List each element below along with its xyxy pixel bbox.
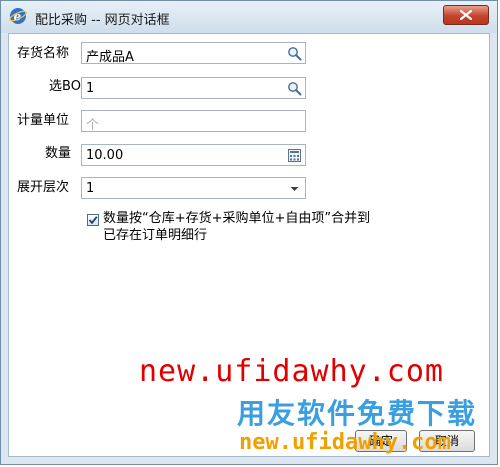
merge-option-line1: 数量按“仓库+存货+采购单位+自由项”合并到: [103, 211, 371, 226]
quantity-label: 数量: [45, 146, 72, 161]
unit-label: 计量单位: [17, 113, 70, 128]
watermark-url-orange: new.ufidawhy.com: [239, 430, 451, 455]
level-select[interactable]: 1: [81, 177, 306, 199]
level-label: 展开层次: [17, 180, 70, 195]
merge-option-line2: 已存在订单明细行: [103, 228, 208, 243]
merge-option-label: 数量按“仓库+存货+采购单位+自由项”合并到 已存在订单明细行: [103, 210, 403, 244]
ie-icon: e: [9, 7, 27, 25]
watermark-slogan: 用友软件免费下载: [237, 397, 478, 430]
level-value: 1: [86, 181, 95, 196]
inventory-name-field[interactable]: 产成品A: [81, 42, 306, 65]
watermark-url-red: new.ufidawhy.com: [139, 354, 444, 389]
title-bar[interactable]: e 配比采购 -- 网页对话框: [1, 1, 497, 33]
bom-field[interactable]: 1: [81, 77, 306, 99]
chevron-down-icon[interactable]: [287, 181, 302, 196]
dialog-body: 存货名称 产成品A 选BOM 1 计量单位 个 数量 10.00 展开层次 1 …: [8, 33, 490, 457]
search-icon[interactable]: [287, 81, 302, 96]
window-title: 配比采购 -- 网页对话框: [35, 13, 170, 28]
unit-placeholder: 个: [86, 118, 100, 133]
checkmark-icon: [88, 216, 98, 225]
inventory-name-label: 存货名称: [17, 46, 70, 61]
calculator-icon[interactable]: [287, 148, 302, 163]
close-button[interactable]: [443, 5, 489, 25]
unit-field[interactable]: 个: [81, 110, 306, 133]
search-icon[interactable]: [287, 46, 302, 61]
dialog-window: e 配比采购 -- 网页对话框 存货名称 产成品A 选BOM 1 计量单位 个 …: [0, 0, 498, 465]
quantity-field[interactable]: 10.00: [81, 144, 306, 166]
quantity-value: 10.00: [86, 148, 124, 163]
close-icon: [460, 10, 472, 20]
merge-checkbox[interactable]: [87, 214, 99, 226]
bom-value: 1: [86, 81, 95, 96]
inventory-name-value: 产成品A: [86, 50, 134, 65]
